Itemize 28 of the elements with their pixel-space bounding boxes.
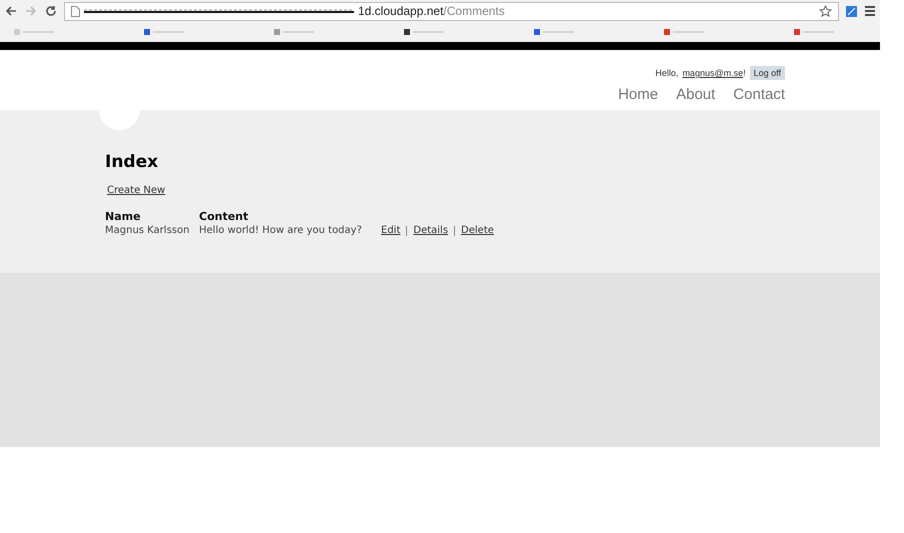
- exclamation-text: !: [743, 68, 746, 78]
- page-title: Index: [105, 152, 160, 172]
- username-link[interactable]: magnus@m.se: [682, 68, 744, 78]
- action-link[interactable]: Edit: [381, 225, 400, 236]
- nav-link[interactable]: Contact: [733, 86, 785, 103]
- url-host: 1d.cloudapp.net: [358, 4, 444, 18]
- reload-button[interactable]: [44, 4, 58, 18]
- greeting-text: Hello,: [655, 68, 678, 78]
- log-off-button[interactable]: Log off: [750, 66, 785, 80]
- back-button[interactable]: [4, 4, 18, 18]
- url-path: /Comments: [443, 4, 506, 18]
- table-cell-text: Hello world! How are you today?: [199, 225, 363, 236]
- star-icon[interactable]: [819, 4, 832, 18]
- bookmark-icon[interactable]: [534, 28, 574, 36]
- nav-link[interactable]: Home: [618, 86, 658, 103]
- column-header: Content: [199, 210, 250, 223]
- create-new-link[interactable]: Create New: [107, 185, 166, 196]
- extension-icon[interactable]: [845, 4, 858, 18]
- column-header: Name: [105, 210, 142, 223]
- address-bar[interactable]: 1d.cloudapp.net/Comments: [64, 2, 839, 20]
- page-icon: [71, 6, 80, 16]
- bookmark-icon[interactable]: [404, 28, 444, 36]
- menu-icon[interactable]: [864, 5, 876, 17]
- nav-link[interactable]: About: [676, 86, 716, 103]
- table-cell-text: Magnus Karlsson: [105, 225, 190, 236]
- bookmark-icon[interactable]: [144, 28, 184, 36]
- action-link[interactable]: Details: [413, 225, 448, 236]
- action-link[interactable]: Delete: [461, 225, 494, 236]
